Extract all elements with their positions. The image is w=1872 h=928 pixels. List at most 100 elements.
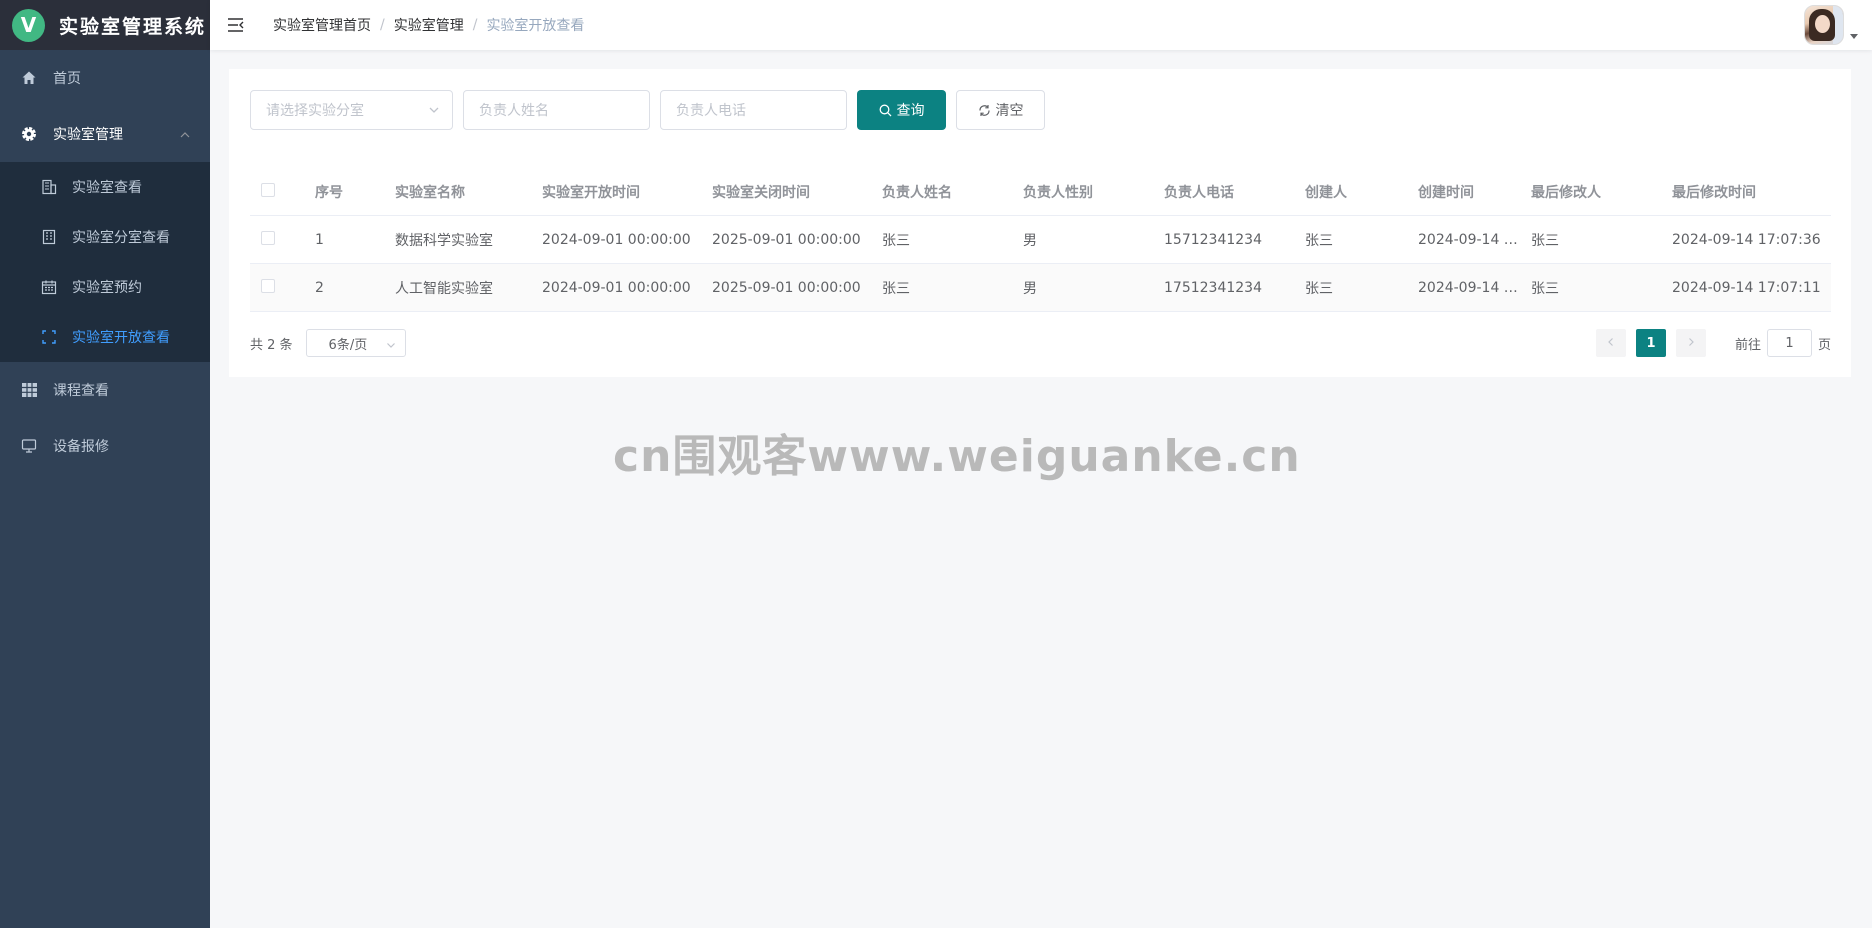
table-cell: 2 [315, 279, 324, 296]
sidebar-item-label: 实验室查看 [72, 180, 142, 196]
branch-select[interactable]: 请选择实验分室 [250, 90, 453, 130]
sidebar-item-equipment-repair[interactable]: 设备报修 [0, 418, 210, 474]
table-cell: 张三 [1531, 280, 1559, 297]
column-header: 创建时间 [1418, 184, 1474, 201]
select-all-cell [250, 182, 315, 201]
page-jumper: 前往 1 页 [1735, 329, 1831, 357]
hamburger-icon[interactable] [216, 0, 256, 50]
sidebar-item-branch-view[interactable]: 实验室分室查看 [0, 212, 210, 262]
page-size-value: 6条/页 [328, 337, 368, 353]
chevron-down-icon [386, 339, 396, 354]
manager-phone-placeholder: 负责人电话 [676, 103, 746, 119]
column-header: 创建人 [1305, 184, 1347, 201]
table-row[interactable]: 1 数据科学实验室 2024-09-01 00:00:00 2025-09-01… [250, 216, 1831, 264]
sidebar-item-home[interactable]: 首页 [0, 50, 210, 106]
search-icon [879, 104, 892, 117]
query-button[interactable]: 查询 [857, 90, 946, 130]
column-header: 负责人性别 [1023, 184, 1093, 201]
column-header: 序号 [315, 184, 343, 201]
table-cell: 张三 [1531, 232, 1559, 249]
branch-select-placeholder: 请选择实验分室 [266, 103, 364, 119]
table-cell: 张三 [882, 280, 910, 297]
monitor-icon [20, 437, 38, 455]
breadcrumb-current: 实验室开放查看 [486, 18, 585, 34]
column-header: 实验室关闭时间 [712, 184, 810, 201]
table-cell: 2024-09-01 00:00:00 [542, 231, 691, 248]
table-cell: 2024-09-01 00:00:00 [542, 279, 691, 296]
building-icon [40, 178, 58, 196]
column-header: 最后修改时间 [1672, 184, 1756, 201]
row-checkbox[interactable] [261, 230, 275, 245]
calendar-icon [40, 278, 58, 296]
table-header-row: 序号 实验室名称 实验室开放时间 实验室关闭时间 负责人姓名 负责人性别 负责人… [250, 168, 1831, 216]
sidebar-item-lab-open-view[interactable]: 实验室开放查看 [0, 312, 210, 362]
top-navbar: 实验室管理首页 / 实验室管理 / 实验室开放查看 [210, 0, 1872, 50]
pagination-total: 共 2 条 [250, 337, 293, 353]
goto-suffix: 页 [1817, 337, 1831, 353]
prev-page-button[interactable] [1595, 329, 1626, 357]
select-all-checkbox[interactable] [261, 182, 275, 197]
sidebar-item-lab-view[interactable]: 实验室查看 [0, 162, 210, 212]
clear-button-label: 清空 [995, 103, 1024, 119]
sidebar-item-course-view[interactable]: 课程查看 [0, 362, 210, 418]
breadcrumb: 实验室管理首页 / 实验室管理 / 实验室开放查看 [273, 15, 584, 35]
search-bar: 请选择实验分室 负责人姓名 负责人电话 查询 清空 [250, 90, 1045, 130]
table-cell: 张三 [1305, 280, 1333, 297]
query-button-label: 查询 [896, 103, 925, 119]
chevron-left-icon [1606, 336, 1616, 351]
caret-down-icon [1850, 28, 1858, 44]
sidebar-item-label: 实验室管理 [53, 127, 123, 143]
sidebar-item-label: 实验室分室查看 [72, 230, 170, 246]
manager-name-input[interactable]: 负责人姓名 [463, 90, 650, 130]
grid-icon [20, 381, 38, 399]
chevron-down-icon [428, 104, 440, 120]
next-page-button[interactable] [1675, 329, 1706, 357]
table-cell: 2025-09-01 00:00:00 [712, 231, 861, 248]
breadcrumb-separator: / [472, 17, 478, 33]
table-cell: 17512341234 [1164, 279, 1262, 296]
table-cell: 1 [315, 231, 324, 248]
main-content-card: 请选择实验分室 负责人姓名 负责人电话 查询 清空 序号 实验室名称 实验室开放… [229, 69, 1851, 377]
table-cell: 张三 [1305, 232, 1333, 249]
manager-name-placeholder: 负责人姓名 [479, 103, 549, 119]
page-number-button[interactable]: 1 [1635, 329, 1666, 357]
page-size-select[interactable]: 6条/页 [305, 329, 406, 357]
table-cell: 2024-09-14 17:07:36 [1672, 231, 1821, 248]
table-row[interactable]: 2 人工智能实验室 2024-09-01 00:00:00 2025-09-01… [250, 264, 1831, 312]
breadcrumb-item[interactable]: 实验室管理 [394, 15, 464, 35]
goto-page-input[interactable]: 1 [1766, 329, 1812, 357]
table-cell: 15712341234 [1164, 231, 1262, 248]
row-checkbox[interactable] [261, 278, 275, 293]
pager: 1 前往 1 页 [1586, 328, 1831, 358]
table-cell: 2025-09-01 00:00:00 [712, 279, 861, 296]
column-header: 负责人电话 [1164, 184, 1234, 201]
watermark: cn围观客www.weiguanke.cn [613, 431, 1301, 482]
chevron-up-icon [180, 128, 190, 144]
pagination: 共 2 条 6条/页 1 前往 1 页 [250, 328, 1831, 358]
sidebar-item-lab-reservation[interactable]: 实验室预约 [0, 262, 210, 312]
user-menu[interactable] [1804, 5, 1858, 45]
sidebar: V 实验室管理系统 首页 实验室管理 实验室查看 实验室分室查看 实验室预约 实… [0, 0, 210, 928]
data-table: 序号 实验室名称 实验室开放时间 实验室关闭时间 负责人姓名 负责人性别 负责人… [250, 168, 1831, 312]
table-cell: 2024-09-14 … [1418, 279, 1518, 296]
home-icon [20, 69, 38, 87]
logo[interactable]: V 实验室管理系统 [0, 0, 210, 50]
table-cell: 男 [1023, 232, 1037, 249]
column-header: 负责人姓名 [882, 184, 952, 201]
table-cell: 2024-09-14 17:07:11 [1672, 279, 1821, 296]
logo-mark: V [12, 8, 45, 42]
gear-icon [20, 125, 38, 143]
row-select-cell [250, 230, 315, 249]
table-cell: 张三 [882, 232, 910, 249]
manager-phone-input[interactable]: 负责人电话 [660, 90, 847, 130]
avatar[interactable] [1804, 5, 1844, 45]
breadcrumb-item[interactable]: 实验室管理首页 [273, 15, 371, 35]
office-building-icon [40, 228, 58, 246]
submenu-lab-management: 实验室查看 实验室分室查看 实验室预约 实验室开放查看 [0, 162, 210, 362]
clear-button[interactable]: 清空 [956, 90, 1045, 130]
sidebar-item-label: 课程查看 [53, 383, 109, 399]
sidebar-item-lab-management[interactable]: 实验室管理 [0, 106, 210, 162]
chevron-right-icon [1686, 336, 1696, 351]
table-cell: 人工智能实验室 [395, 280, 493, 297]
app-title: 实验室管理系统 [59, 15, 207, 38]
